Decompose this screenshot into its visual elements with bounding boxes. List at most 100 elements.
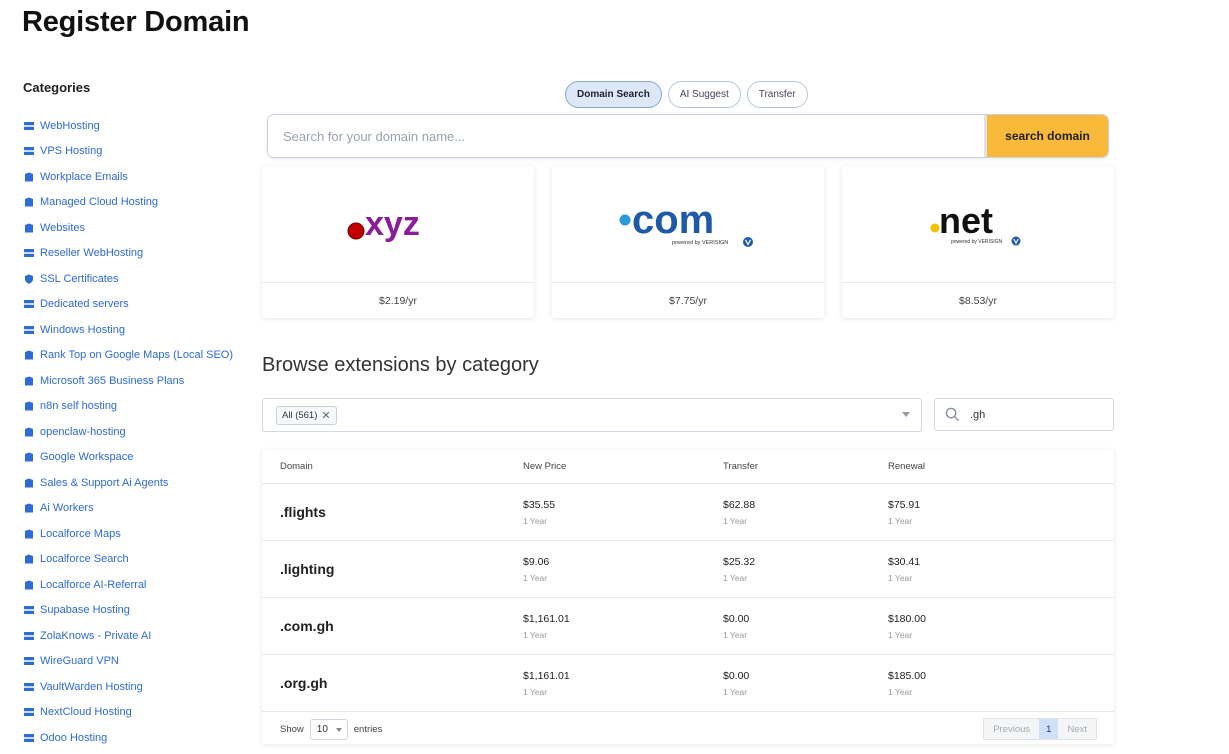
sidebar-item-label: Supabase Hosting [40,604,130,617]
table-row[interactable]: .lighting $9.06 1 Year $25.32 1 Year $30.41 1 … [262,541,1114,598]
featured-price: $2.19/yr [379,294,417,307]
featured-tld-card-com[interactable]: com powered by VERISIGN $7.75/yr [552,166,824,318]
sidebar-item-label: Microsoft 365 Business Plans [40,374,185,387]
page-1-button[interactable]: 1 [1039,719,1059,739]
entries-select[interactable]: 10 [309,718,348,740]
term-label: 1 Year [523,515,548,526]
header-domain: Domain [280,461,313,472]
table-row[interactable]: .flights $35.55 1 Year $62.88 1 Year $75.91 1 … [262,484,1114,541]
server-icon [23,656,34,667]
sidebar-item-nextcloud-hosting[interactable]: NextCloud Hosting [23,700,243,726]
sidebar-item-ai-workers[interactable]: Ai Workers [23,496,243,522]
search-icon [945,407,960,422]
search-mode-tabs: Domain Search AI Suggest Transfer [565,81,808,108]
search-domain-button[interactable]: search domain [984,115,1108,157]
category-filter-select[interactable]: All (561) ✕ [262,398,922,432]
domain-extension: .org.gh [280,675,328,691]
sidebar-item-label: Localforce AI-Referral [40,578,147,591]
transfer-price: $25.32 [723,555,756,568]
sidebar-item-workplace-emails[interactable]: Workplace Emails [23,164,243,190]
term-label: 1 Year [723,629,748,640]
sidebar-item-openclaw-hosting[interactable]: openclaw-hosting [23,419,243,445]
extension-search-input[interactable] [970,408,1090,421]
featured-tld-card-net[interactable]: net powered by VERISIGN $8.53/yr [842,166,1114,318]
sidebar-item-label: WireGuard VPN [40,655,119,668]
transfer-price: $0.00 [723,612,750,625]
chevron-down-icon[interactable] [902,412,910,417]
box-icon [23,426,34,437]
server-icon [23,707,34,718]
server-icon [23,324,34,335]
domain-extension: .com.gh [280,618,334,634]
box-icon [23,528,34,539]
svg-text:net: net [939,200,993,241]
renewal-price: $185.00 [888,669,926,682]
term-label: 1 Year [723,515,748,526]
sidebar-item-vps-hosting[interactable]: VPS Hosting [23,139,243,165]
sidebar-item-label: WebHosting [40,119,100,132]
show-label: Show [280,723,304,735]
sidebar-item-localforce-search[interactable]: Localforce Search [23,547,243,573]
domain-search-input[interactable] [268,115,984,157]
sidebar-item-windows-hosting[interactable]: Windows Hosting [23,317,243,343]
sidebar-item-label: Localforce Maps [40,527,121,540]
sidebar-item-websites[interactable]: Websites [23,215,243,241]
box-icon [23,197,34,208]
sidebar-item-wireguard-vpn[interactable]: WireGuard VPN [23,649,243,675]
sidebar-item-managed-cloud-hosting[interactable]: Managed Cloud Hosting [23,190,243,216]
sidebar-item-label: VaultWarden Hosting [40,680,143,693]
term-label: 1 Year [523,629,548,640]
sidebar-item-rank-top-on-google-maps-local-seo[interactable]: Rank Top on Google Maps (Local SEO) [23,343,243,369]
browse-title: Browse extensions by category [262,354,539,376]
sidebar-item-localforce-ai-referral[interactable]: Localforce AI-Referral [23,572,243,598]
header-transfer: Transfer [723,461,759,472]
remove-chip-icon[interactable]: ✕ [321,409,330,422]
sidebar-item-webhosting[interactable]: WebHosting [23,113,243,139]
next-page-button[interactable]: Next [1058,719,1096,739]
sidebar-item-vaultwarden-hosting[interactable]: VaultWarden Hosting [23,674,243,700]
new-price: $1,161.01 [523,612,570,625]
server-icon [23,630,34,641]
term-label: 1 Year [888,629,913,640]
table-row[interactable]: .com.gh $1,161.01 1 Year $0.00 1 Year $180.00… [262,598,1114,655]
featured-tld-card-xyz[interactable]: xyz $2.19/yr [262,166,534,318]
sidebar-item-n8n-self-hosting[interactable]: n8n self hosting [23,394,243,420]
sidebar-item-label: n8n self hosting [40,400,118,413]
box-icon [23,503,34,514]
sidebar-item-label: Reseller WebHosting [40,247,144,260]
term-label: 1 Year [723,572,748,583]
sidebar-item-google-workspace[interactable]: Google Workspace [23,445,243,471]
entries-value: 10 [316,723,328,735]
sidebar-item-label: SSL Certificates [40,272,119,285]
com-logo: com powered by VERISIGN [552,166,824,283]
box-icon [23,171,34,182]
term-label: 1 Year [888,515,913,526]
svg-text:com: com [632,198,714,242]
sidebar-item-zolaknows-private-ai[interactable]: ZolaKnows - Private AI [23,623,243,649]
sidebar-item-reseller-webhosting[interactable]: Reseller WebHosting [23,241,243,267]
transfer-price: $62.88 [723,498,756,511]
tab-ai-suggest[interactable]: AI Suggest [667,81,741,108]
transfer-price: $0.00 [723,669,750,682]
sidebar-item-label: ZolaKnows - Private AI [40,629,152,642]
sidebar-item-supabase-hosting[interactable]: Supabase Hosting [23,598,243,624]
renewal-price: $180.00 [888,612,926,625]
server-icon [23,120,34,131]
box-icon [23,375,34,386]
server-icon [23,248,34,259]
sidebar-item-odoo-hosting[interactable]: Odoo Hosting [23,725,243,751]
filter-chip-label: All (561) [282,409,318,421]
svg-text:powered by VERISIGN: powered by VERISIGN [951,239,1003,245]
sidebar-item-label: Websites [40,221,86,234]
sidebar-item-localforce-maps[interactable]: Localforce Maps [23,521,243,547]
sidebar-item-microsoft-365-business-plans[interactable]: Microsoft 365 Business Plans [23,368,243,394]
sidebar-item-label: Rank Top on Google Maps (Local SEO) [40,349,234,362]
sidebar-item-ssl-certificates[interactable]: SSL Certificates [23,266,243,292]
term-label: 1 Year [723,686,748,697]
sidebar-item-dedicated-servers[interactable]: Dedicated servers [23,292,243,318]
tab-domain-search[interactable]: Domain Search [565,81,662,108]
sidebar-item-sales-support-ai-agents[interactable]: Sales & Support Ai Agents [23,470,243,496]
table-row[interactable]: .org.gh $1,161.01 1 Year $0.00 1 Year $185.00… [262,655,1114,712]
tab-transfer[interactable]: Transfer [746,81,808,108]
previous-page-button[interactable]: Previous [984,719,1040,739]
